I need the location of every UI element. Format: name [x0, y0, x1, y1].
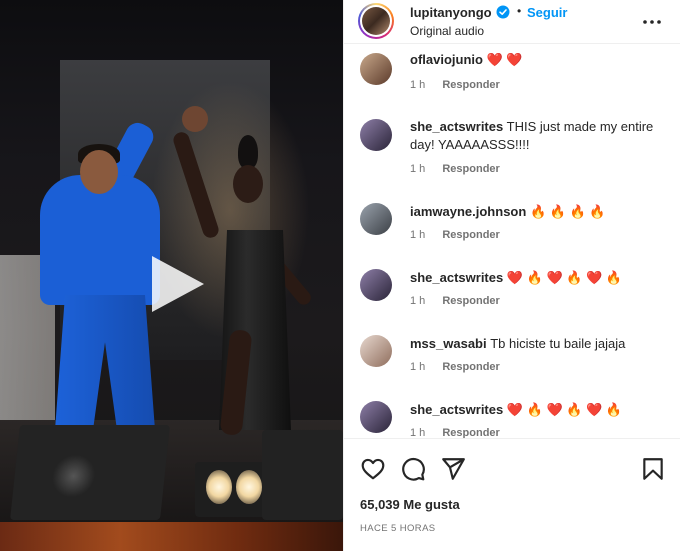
commenter-avatar[interactable]: [360, 203, 392, 235]
comment-time: 1 h: [410, 229, 426, 241]
comment-time: 1 h: [410, 427, 426, 438]
bookmark-icon[interactable]: [640, 456, 666, 482]
man-legs: [55, 295, 155, 430]
comment-username[interactable]: she_actswrites: [410, 119, 503, 134]
comment-time: 1 h: [410, 163, 426, 175]
comment-time: 1 h: [410, 361, 426, 373]
send-paper-plane-icon[interactable]: [440, 456, 466, 482]
play-icon[interactable]: [146, 252, 208, 316]
man-head: [80, 150, 118, 194]
comment-username[interactable]: oflaviojunio: [410, 52, 483, 67]
comment-emoji: 🔥 🔥 🔥 🔥: [529, 204, 606, 219]
spotlight-lamp: [236, 470, 262, 504]
comment-bubble-icon[interactable]: [400, 456, 426, 482]
man-in-blue-suit: [40, 175, 160, 305]
speaker-cone: [50, 455, 97, 497]
heart-icon[interactable]: [360, 456, 386, 482]
comment-username[interactable]: mss_wasabi: [410, 336, 487, 351]
likes-count[interactable]: 65,039 Me gusta: [360, 497, 460, 512]
stage-speaker-right: [262, 430, 343, 520]
reply-button[interactable]: Responder: [442, 295, 499, 307]
post-timestamp[interactable]: HACE 5 HORAS: [360, 523, 436, 534]
author-username[interactable]: lupitanyongo: [410, 5, 492, 20]
audio-label[interactable]: Original audio: [410, 24, 484, 38]
woman-head: [233, 165, 263, 203]
spotlight-lamp: [206, 470, 232, 504]
commenter-avatar[interactable]: [360, 53, 392, 85]
reply-button[interactable]: Responder: [442, 163, 499, 175]
stage-speaker-left: [10, 425, 170, 520]
comment-time: 1 h: [410, 79, 426, 91]
joined-hands: [182, 106, 208, 132]
reply-button[interactable]: Responder: [442, 79, 499, 91]
stage-edge-strip: [0, 522, 343, 551]
comments-list[interactable]: oflaviojunio ❤️ ❤️ 1 h Responder she_act…: [344, 45, 680, 438]
reply-button[interactable]: Responder: [442, 229, 499, 241]
comment-item: oflaviojunio ❤️ ❤️ 1 h Responder: [344, 45, 680, 111]
commenter-avatar[interactable]: [360, 269, 392, 301]
comment-username[interactable]: iamwayne.johnson: [410, 204, 526, 219]
woman-hair-bun: [238, 135, 258, 169]
comment-username[interactable]: she_actswrites: [410, 270, 503, 285]
post-actions: 65,039 Me gusta HACE 5 HORAS: [344, 438, 680, 551]
comment-item: she_actswrites ❤️ 🔥 ❤️ 🔥 ❤️ 🔥 1 h Respon…: [344, 261, 680, 327]
comment-time: 1 h: [410, 295, 426, 307]
verified-badge-icon: [496, 5, 510, 19]
post-details-pane: lupitanyongo • Seguir Original audio ofl…: [343, 0, 680, 551]
reply-button[interactable]: Responder: [442, 361, 499, 373]
comment-emoji: ❤️ 🔥 ❤️ 🔥 ❤️ 🔥: [506, 270, 623, 285]
comment-item: mss_wasabi Tb hiciste tu baile jajaja 1 …: [344, 327, 680, 393]
post-video[interactable]: [0, 0, 343, 551]
commenter-avatar[interactable]: [360, 401, 392, 433]
more-options-icon[interactable]: [640, 12, 664, 32]
post-header: lupitanyongo • Seguir Original audio: [344, 0, 680, 44]
comment-item: iamwayne.johnson 🔥 🔥 🔥 🔥 1 h Responder: [344, 195, 680, 261]
comment-item: she_actswrites THIS just made my entire …: [344, 111, 680, 177]
separator-dot: •: [517, 4, 522, 18]
reply-button[interactable]: Responder: [442, 427, 499, 438]
comment-emoji: ❤️ 🔥 ❤️ 🔥 ❤️ 🔥: [506, 402, 623, 417]
commenter-avatar[interactable]: [360, 335, 392, 367]
commenter-avatar[interactable]: [360, 119, 392, 151]
comment-username[interactable]: she_actswrites: [410, 402, 503, 417]
comment-item: she_actswrites ❤️ 🔥 ❤️ 🔥 ❤️ 🔥 1 h Respon…: [344, 393, 680, 438]
comment-emoji: ❤️ ❤️: [486, 52, 523, 67]
follow-button[interactable]: Seguir: [527, 5, 567, 20]
author-avatar[interactable]: [358, 3, 394, 39]
comment-text: Tb hiciste tu baile jajaja: [490, 336, 626, 351]
